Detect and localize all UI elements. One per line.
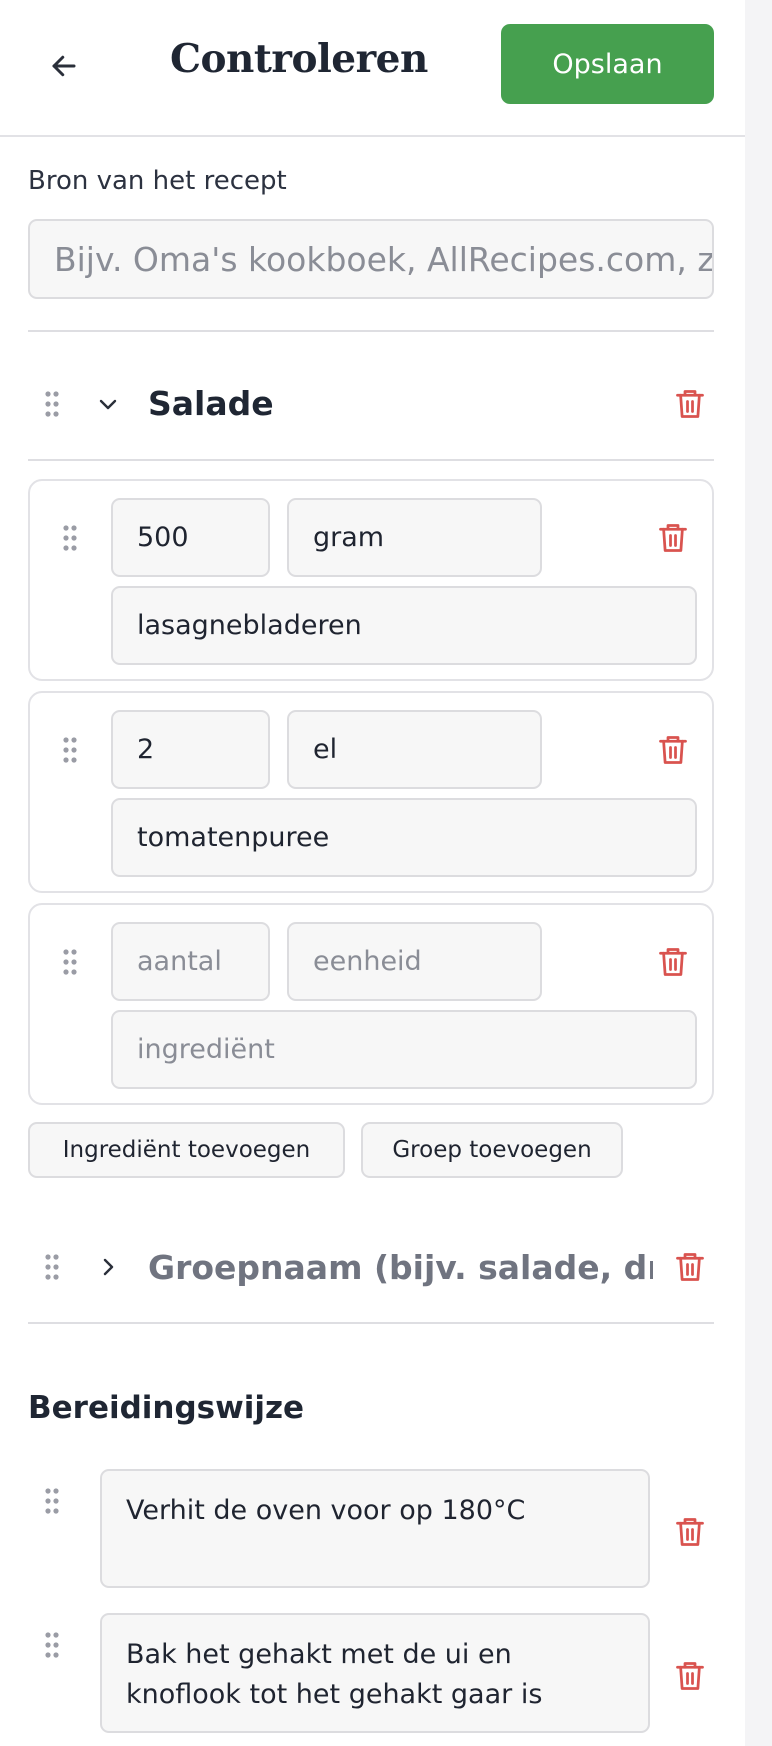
back-button[interactable]: [40, 42, 88, 90]
delete-ingredient-button[interactable]: [656, 943, 690, 981]
step-textarea[interactable]: Verhit de oven voor op 180°C: [100, 1469, 650, 1588]
ingredient-card: aantal eenheid ingrediënt: [28, 903, 714, 1105]
review-recipe-screen: Controleren Opslaan Bron van het recept …: [0, 0, 745, 1746]
group-title-salade[interactable]: Salade: [148, 384, 274, 423]
trash-icon: [676, 1253, 704, 1281]
unit-input[interactable]: el: [287, 710, 542, 789]
arrow-left-icon: [52, 55, 76, 77]
drag-handle-icon[interactable]: [42, 389, 62, 419]
add-ingredient-button[interactable]: Ingrediënt toevoegen: [28, 1122, 345, 1178]
source-label: Bron van het recept: [28, 166, 287, 196]
ingredient-name-input[interactable]: ingrediënt: [111, 1010, 697, 1089]
page-title: Controleren: [170, 36, 428, 82]
delete-ingredient-button[interactable]: [656, 519, 690, 557]
drag-handle-icon[interactable]: [60, 523, 80, 553]
trash-icon: [659, 524, 687, 552]
drag-handle-icon[interactable]: [42, 1630, 62, 1660]
chevron-right-icon[interactable]: [93, 1252, 123, 1282]
step-textarea[interactable]: Bak het gehakt met de ui en knoflook tot…: [100, 1613, 650, 1733]
drag-handle-icon[interactable]: [60, 947, 80, 977]
divider: [28, 1322, 714, 1324]
unit-input[interactable]: eenheid: [287, 922, 542, 1001]
trash-icon: [659, 736, 687, 764]
trash-icon: [659, 948, 687, 976]
trash-icon: [676, 390, 704, 418]
ingredient-name-input[interactable]: lasagnebladeren: [111, 586, 697, 665]
delete-step-button[interactable]: [673, 1657, 707, 1695]
delete-step-button[interactable]: [673, 1513, 707, 1551]
divider: [28, 459, 714, 461]
trash-icon: [676, 1662, 704, 1690]
amount-input[interactable]: 2: [111, 710, 270, 789]
save-button[interactable]: Opslaan: [501, 24, 714, 104]
chevron-down-icon[interactable]: [93, 389, 123, 419]
group-name-input[interactable]: Groepnaam (bijv. salade, dress: [148, 1248, 653, 1287]
drag-handle-icon[interactable]: [42, 1252, 62, 1282]
amount-input[interactable]: aantal: [111, 922, 270, 1001]
delete-group-button[interactable]: [673, 385, 707, 423]
divider: [28, 330, 714, 332]
drag-handle-icon[interactable]: [42, 1486, 62, 1516]
amount-input[interactable]: 500: [111, 498, 270, 577]
add-group-button[interactable]: Groep toevoegen: [361, 1122, 623, 1178]
trash-icon: [676, 1518, 704, 1546]
ingredient-card: 2 el tomatenpuree: [28, 691, 714, 893]
unit-input[interactable]: gram: [287, 498, 542, 577]
drag-handle-icon[interactable]: [60, 735, 80, 765]
top-bar: Controleren Opslaan: [0, 0, 745, 137]
ingredient-name-input[interactable]: tomatenpuree: [111, 798, 697, 877]
source-input[interactable]: Bijv. Oma's kookboek, AllRecipes.com, z: [28, 219, 714, 299]
section-title-preparation: Bereidingswijze: [28, 1390, 305, 1426]
delete-group-button[interactable]: [673, 1248, 707, 1286]
delete-ingredient-button[interactable]: [656, 731, 690, 769]
ingredient-card: 500 gram lasagnebladeren: [28, 479, 714, 681]
